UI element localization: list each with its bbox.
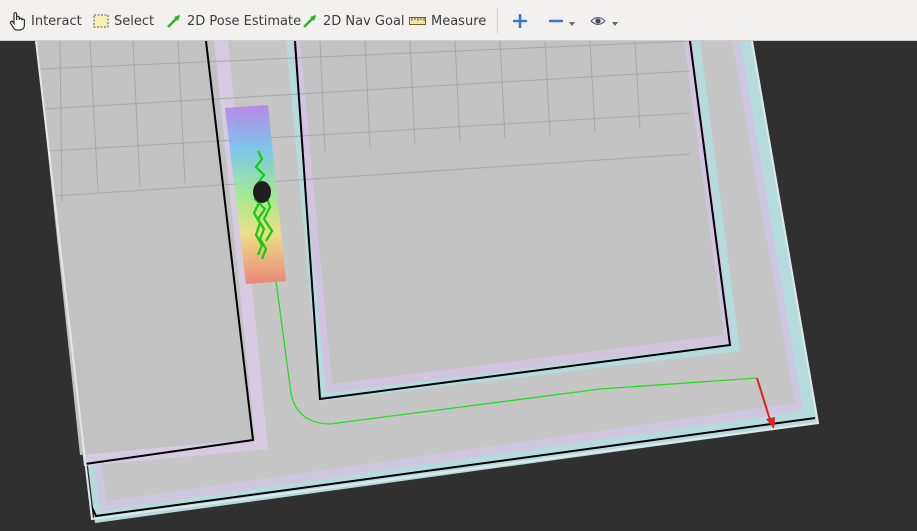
nav-goal-tool[interactable]: 2D Nav Goal <box>302 10 405 32</box>
plus-icon <box>513 14 527 28</box>
measure-tool[interactable]: Measure <box>409 10 486 32</box>
interact-label: Interact <box>31 13 82 29</box>
hand-pointer-icon <box>9 12 25 31</box>
ruler-icon <box>409 17 426 25</box>
add-tool-button[interactable] <box>513 10 527 32</box>
camera-view-button[interactable] <box>590 10 620 32</box>
select-tool[interactable]: Select <box>93 10 154 32</box>
pose-arrow-icon <box>167 15 180 28</box>
pose-estimate-label: 2D Pose Estimate <box>187 13 302 29</box>
remove-tool-button[interactable] <box>549 10 577 32</box>
toolbar-separator <box>497 8 498 34</box>
measure-label: Measure <box>431 13 487 29</box>
tools-toolbar: Interact Select 2D Pose Estimate 2D Nav … <box>0 0 917 41</box>
select-label: Select <box>114 13 155 29</box>
right-building-free <box>300 41 724 384</box>
pose-estimate-tool[interactable]: 2D Pose Estimate <box>166 10 301 32</box>
goal-arrow-icon <box>303 15 316 28</box>
select-rectangle-icon <box>93 14 109 28</box>
nav-goal-label: 2D Nav Goal <box>323 13 405 29</box>
map-3d-viewport[interactable] <box>0 41 917 531</box>
robot-model <box>253 181 271 203</box>
chevron-down-icon <box>569 22 575 26</box>
chevron-down-icon <box>612 22 618 26</box>
eye-icon <box>590 17 606 25</box>
minus-icon <box>549 19 563 23</box>
interact-tool[interactable]: Interact <box>8 10 82 32</box>
